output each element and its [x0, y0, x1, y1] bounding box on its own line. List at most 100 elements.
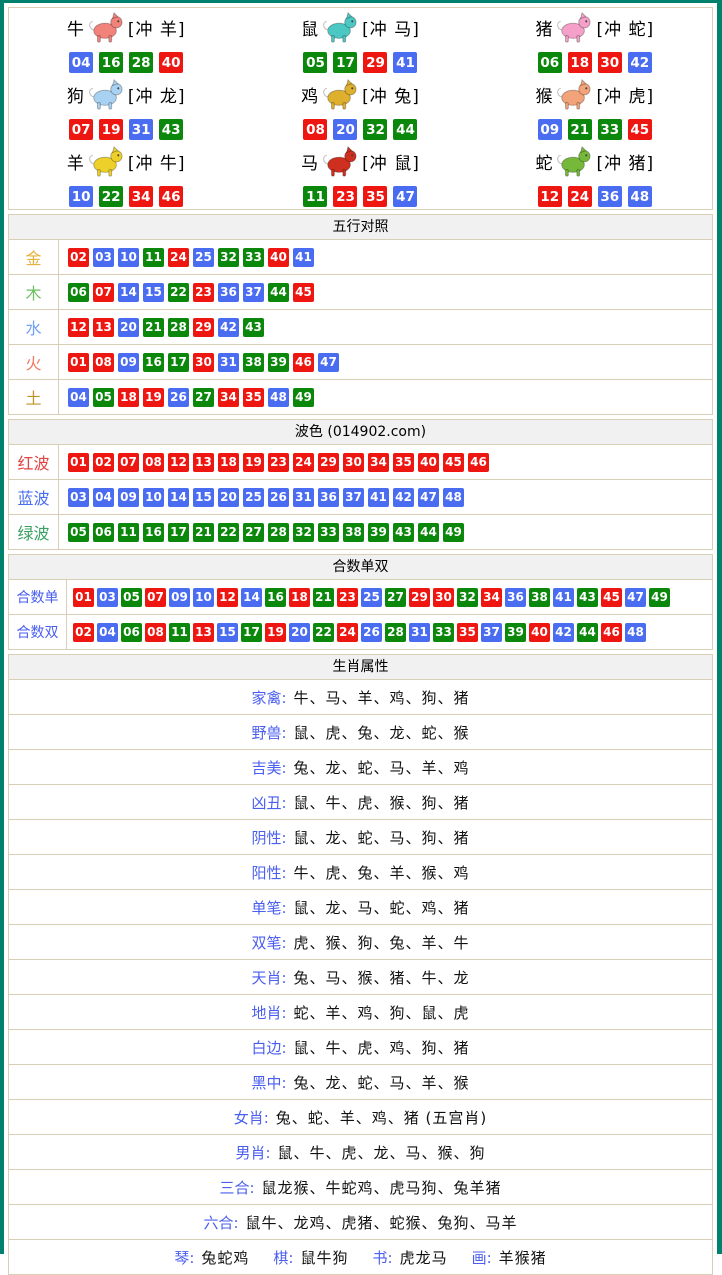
zodiac-numbers: 12243648 — [538, 186, 652, 207]
attribute-text: 鼠、龙、蛇、马、狗、猪 — [294, 827, 470, 848]
number-ball: 28 — [168, 318, 189, 337]
attribute-text: 鼠、虎、兔、龙、蛇、猴 — [294, 722, 470, 743]
attribute-text: 鼠龙猴、牛蛇鸡、虎马狗、兔羊猪 — [262, 1177, 502, 1198]
attribute-pair: 书: 虎龙马 — [373, 1247, 448, 1268]
number-ball: 09 — [538, 119, 562, 140]
number-ball: 48 — [268, 388, 289, 407]
number-ball: 10 — [69, 186, 93, 207]
attribute-row: 阳性:牛、虎、兔、羊、猴、鸡 — [8, 855, 713, 890]
attribute-text: 鼠、牛、虎、猴、狗、猪 — [294, 792, 470, 813]
number-ball: 05 — [68, 523, 89, 542]
number-ball: 34 — [129, 186, 153, 207]
number-ball: 49 — [443, 523, 464, 542]
attribute-label: 书: — [373, 1247, 393, 1268]
number-ball: 31 — [218, 353, 239, 372]
number-ball: 35 — [393, 453, 414, 472]
attribute-text: 鼠牛狗 — [300, 1247, 348, 1268]
number-ball: 47 — [625, 588, 646, 607]
number-ball: 42 — [393, 488, 414, 507]
zodiac-title-line: 牛[冲 羊] — [67, 10, 186, 44]
zodiac-name: 鸡 — [301, 82, 318, 107]
attribute-label: 单笔: — [251, 897, 286, 918]
number-ball: 11 — [169, 623, 190, 642]
number-ball: 04 — [68, 388, 89, 407]
number-ball: 41 — [293, 248, 314, 267]
zodiac-name: 羊 — [67, 149, 84, 174]
attribute-text: 鼠、牛、虎、鸡、狗、猪 — [294, 1037, 470, 1058]
shengxiao-rows: 家禽:牛、马、羊、鸡、狗、猪野兽:鼠、虎、兔、龙、蛇、猴吉美:兔、龙、蛇、马、羊… — [8, 680, 713, 1275]
attribute-label: 野兽: — [251, 722, 286, 743]
number-ball: 17 — [168, 523, 189, 542]
number-row: 水1213202128294243 — [8, 310, 713, 345]
number-ball: 27 — [243, 523, 264, 542]
number-ball: 19 — [143, 388, 164, 407]
number-ball: 39 — [505, 623, 526, 642]
number-ball: 25 — [361, 588, 382, 607]
number-ball: 03 — [68, 488, 89, 507]
number-ball: 21 — [143, 318, 164, 337]
number-ball: 04 — [69, 52, 93, 73]
number-ball: 09 — [118, 488, 139, 507]
number-ball: 05 — [121, 588, 142, 607]
number-ball: 05 — [93, 388, 114, 407]
number-ball: 39 — [368, 523, 389, 542]
number-ball: 06 — [121, 623, 142, 642]
number-ball: 04 — [93, 488, 114, 507]
zodiac-numbers: 09213345 — [538, 119, 652, 140]
zodiac-clash-label: [冲 牛] — [128, 149, 186, 174]
attribute-label: 男肖: — [235, 1142, 270, 1163]
number-ball: 21 — [568, 119, 592, 140]
attribute-label: 阴性: — [251, 827, 286, 848]
attribute-label: 地肖: — [251, 1002, 286, 1023]
number-ball: 02 — [93, 453, 114, 472]
attribute-label: 阳性: — [251, 862, 286, 883]
zodiac-cell: 羊[冲 牛]10223446 — [9, 142, 243, 209]
number-ball: 17 — [333, 52, 357, 73]
number-ball: 28 — [129, 52, 153, 73]
number-ball: 09 — [118, 353, 139, 372]
attribute-pair: 黑中:兔、龙、蛇、马、羊、猴 — [251, 1072, 469, 1093]
zodiac-clash-label: [冲 鼠] — [362, 149, 420, 174]
number-ball: 10 — [143, 488, 164, 507]
number-ball: 20 — [218, 488, 239, 507]
zodiac-numbers: 06183042 — [538, 52, 652, 73]
number-ball: 43 — [577, 588, 598, 607]
number-ball: 34 — [218, 388, 239, 407]
number-ball: 08 — [145, 623, 166, 642]
number-ball: 15 — [143, 283, 164, 302]
number-ball: 16 — [143, 353, 164, 372]
attribute-row: 单笔:鼠、龙、马、蛇、鸡、猪 — [8, 890, 713, 925]
number-ball: 23 — [333, 186, 357, 207]
attribute-text: 虎龙马 — [400, 1247, 448, 1268]
attribute-row: 琴:兔蛇鸡棋:鼠牛狗书:虎龙马画:羊猴猪 — [8, 1240, 713, 1275]
attribute-pair: 凶丑:鼠、牛、虎、猴、狗、猪 — [251, 792, 469, 813]
zodiac-name: 蛇 — [535, 149, 552, 174]
number-row: 蓝波03040910141520252631363741424748 — [8, 480, 713, 515]
number-ball: 10 — [118, 248, 139, 267]
number-ball: 22 — [313, 623, 334, 642]
number-ball: 18 — [289, 588, 310, 607]
attribute-row: 白边: 鼠、牛、虎、鸡、狗、猪 — [8, 1030, 713, 1065]
attribute-row: 黑中:兔、龙、蛇、马、羊、猴 — [8, 1065, 713, 1100]
number-ball: 27 — [385, 588, 406, 607]
zodiac-cell: 鼠[冲 马]05172941 — [243, 8, 477, 75]
attribute-label: 黑中: — [251, 1072, 286, 1093]
attribute-label: 白边: — [251, 1037, 286, 1058]
zodiac-rat-icon — [319, 10, 361, 44]
row-label: 木 — [9, 275, 59, 309]
number-ball: 23 — [337, 588, 358, 607]
number-ball: 37 — [481, 623, 502, 642]
number-ball: 33 — [433, 623, 454, 642]
attribute-text: 兔、龙、蛇、马、羊、鸡 — [294, 757, 470, 778]
row-numbers: 02031011242532334041 — [59, 240, 712, 274]
number-ball: 19 — [99, 119, 123, 140]
number-ball: 14 — [241, 588, 262, 607]
attribute-text: 羊猴猪 — [499, 1247, 547, 1268]
number-ball: 43 — [159, 119, 183, 140]
number-ball: 02 — [68, 248, 89, 267]
number-ball: 29 — [409, 588, 430, 607]
number-ball: 07 — [93, 283, 114, 302]
number-ball: 22 — [99, 186, 123, 207]
attribute-row: 地肖:蛇、羊、鸡、狗、鼠、虎 — [8, 995, 713, 1030]
attribute-pair: 家禽:牛、马、羊、鸡、狗、猪 — [251, 687, 469, 708]
